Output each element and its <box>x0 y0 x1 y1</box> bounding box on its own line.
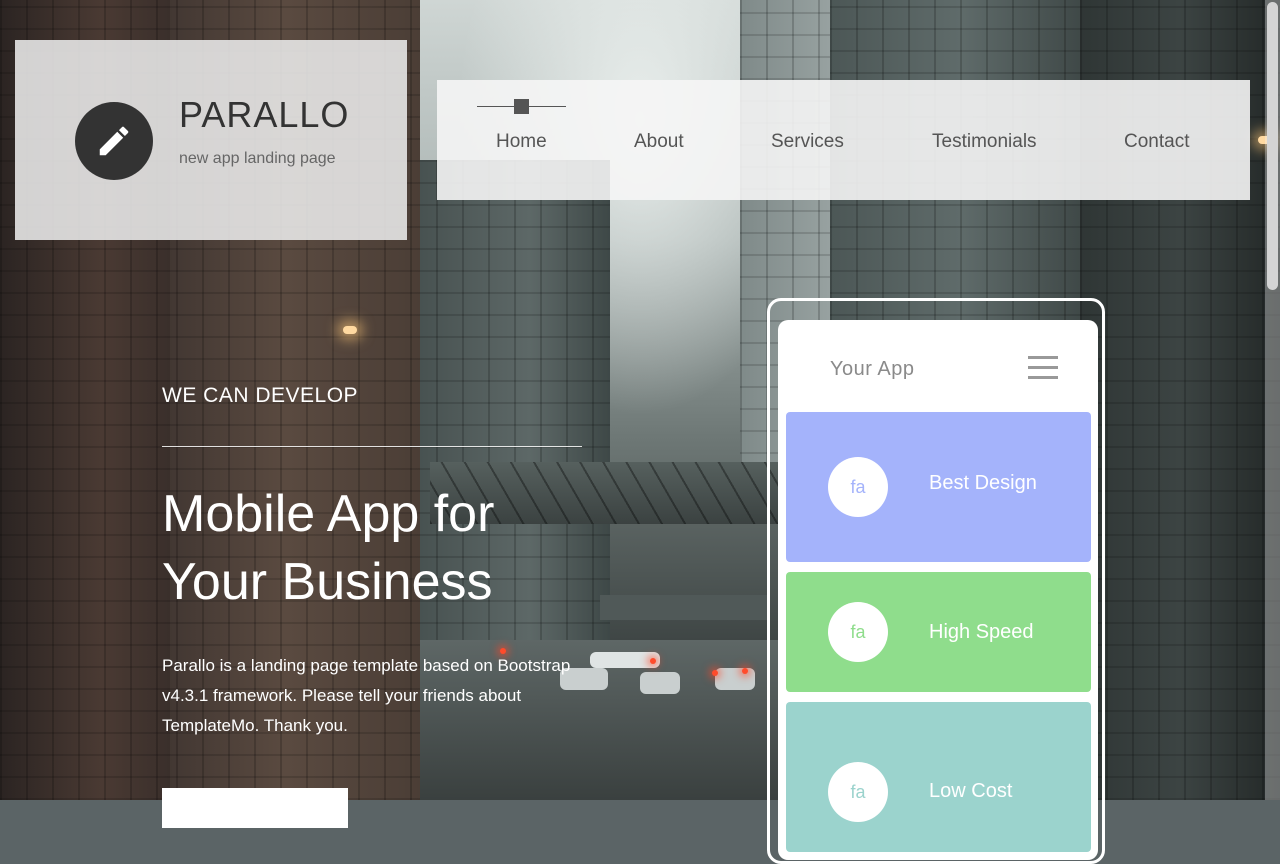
hero-kicker: WE CAN DEVELOP <box>162 384 359 407</box>
feature-card-high-speed[interactable]: fa High Speed <box>786 572 1091 692</box>
nav-item-services[interactable]: Services <box>771 131 844 153</box>
nav-item-about[interactable]: About <box>634 131 684 153</box>
feature-label: Best Design <box>929 472 1037 494</box>
nav-item-home[interactable]: Home <box>496 131 547 153</box>
feature-icon: fa <box>828 762 888 822</box>
brand-title: PARALLO <box>179 94 350 135</box>
brand-box: PARALLO new app landing page <box>15 40 407 240</box>
main-nav: Home About Services Testimonials Contact <box>437 80 1250 200</box>
app-title: Your App <box>830 358 915 380</box>
feature-icon: fa <box>828 602 888 662</box>
hero-divider <box>162 446 582 447</box>
hamburger-menu-icon[interactable] <box>1028 356 1058 380</box>
pencil-icon <box>99 126 129 156</box>
feature-card-low-cost[interactable]: fa Low Cost <box>786 702 1091 852</box>
nav-item-testimonials[interactable]: Testimonials <box>932 131 1037 153</box>
phone-mockup: Your App fa Best Design fa High Speed fa… <box>767 298 1105 864</box>
logo[interactable] <box>75 102 153 180</box>
hero-title: Mobile App for Your Business <box>162 480 602 616</box>
nav-item-contact[interactable]: Contact <box>1124 131 1189 153</box>
brand-subtitle: new app landing page <box>179 150 336 167</box>
feature-card-best-design[interactable]: fa Best Design <box>786 412 1091 562</box>
hero-cta-button[interactable] <box>162 788 348 828</box>
feature-icon: fa <box>828 457 888 517</box>
scrollbar[interactable] <box>1265 0 1280 800</box>
hero-title-line1: Mobile App for <box>162 485 495 543</box>
active-nav-indicator <box>477 99 566 115</box>
phone-screen: Your App fa Best Design fa High Speed fa… <box>778 320 1098 860</box>
feature-label: High Speed <box>929 621 1034 643</box>
hero-description: Parallo is a landing page template based… <box>162 656 571 735</box>
scrollbar-thumb[interactable] <box>1267 2 1278 290</box>
hero-title-line2: Your Business <box>162 553 493 611</box>
